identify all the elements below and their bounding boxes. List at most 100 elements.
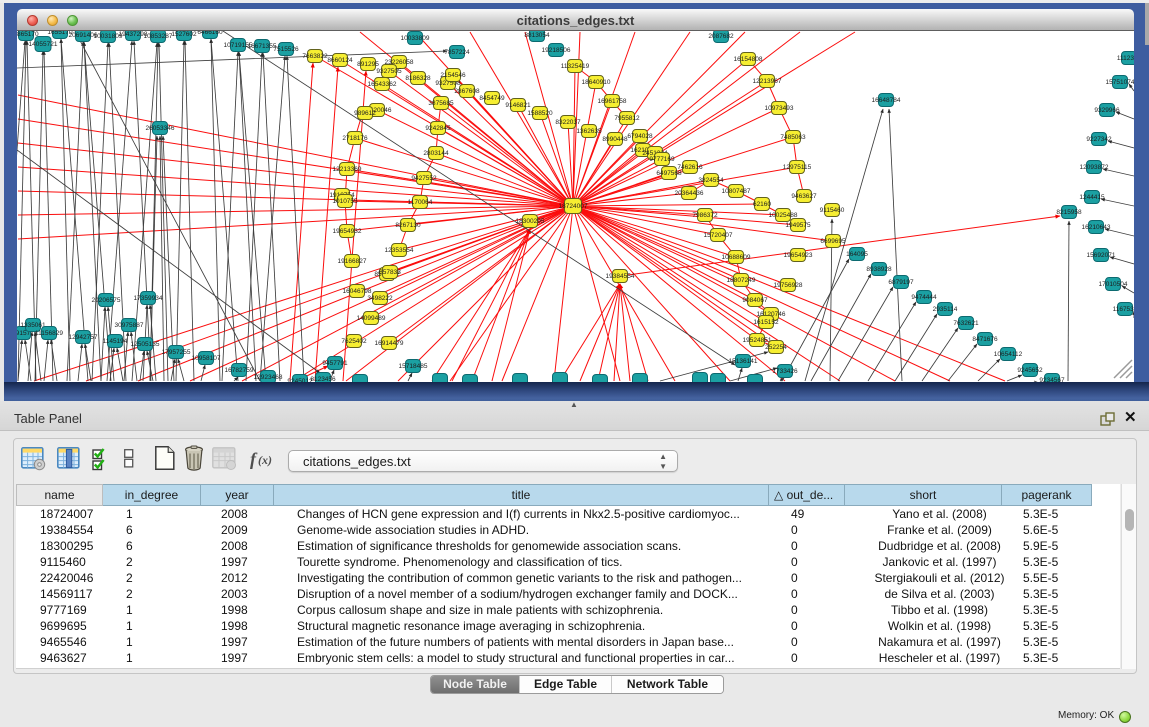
svg-text:9427552: 9427552 bbox=[411, 175, 437, 182]
svg-text:6794028: 6794028 bbox=[627, 133, 653, 140]
svg-text:14055721: 14055721 bbox=[29, 41, 58, 48]
svg-text:9777169: 9777169 bbox=[649, 156, 675, 163]
svg-text:8660124: 8660124 bbox=[327, 57, 353, 64]
svg-text:19218506: 19218506 bbox=[542, 47, 571, 54]
svg-text:18640910: 18640910 bbox=[582, 79, 611, 86]
svg-text:16210643: 16210643 bbox=[1082, 224, 1111, 231]
svg-text:164095: 164095 bbox=[846, 251, 868, 258]
svg-text:10973493: 10973493 bbox=[765, 105, 794, 112]
svg-text:6699695: 6699695 bbox=[820, 238, 846, 245]
svg-text:8454749: 8454749 bbox=[479, 95, 505, 102]
svg-text:3824554: 3824554 bbox=[698, 177, 724, 184]
svg-text:10853287: 10853287 bbox=[144, 33, 173, 40]
svg-text:7632621: 7632621 bbox=[953, 320, 979, 327]
svg-text:9146821: 9146821 bbox=[505, 102, 531, 109]
svg-text:1145194: 1145194 bbox=[103, 338, 128, 345]
svg-text:7955812: 7955812 bbox=[614, 115, 640, 122]
svg-text:7625402: 7625402 bbox=[341, 338, 367, 345]
svg-text:9474444: 9474444 bbox=[911, 294, 937, 301]
svg-text:12923468: 12923468 bbox=[254, 374, 283, 381]
svg-text:19524851: 19524851 bbox=[743, 337, 772, 344]
svg-text:16154808: 16154808 bbox=[734, 56, 763, 63]
svg-text:20206575: 20206575 bbox=[92, 297, 121, 304]
svg-text:62160: 62160 bbox=[753, 201, 771, 208]
svg-text:17359934: 17359934 bbox=[134, 295, 163, 302]
svg-text:12505135: 12505135 bbox=[131, 341, 160, 348]
svg-text:8322037: 8322037 bbox=[555, 119, 581, 126]
svg-text:16914479: 16914479 bbox=[375, 340, 404, 347]
svg-text:17010504: 17010504 bbox=[1099, 281, 1128, 288]
svg-text:989612: 989612 bbox=[354, 110, 376, 117]
svg-text:18724007: 18724007 bbox=[559, 203, 588, 210]
svg-text:7986372: 7986372 bbox=[692, 212, 718, 219]
svg-text:8990448: 8990448 bbox=[602, 136, 628, 143]
svg-text:1112352: 1112352 bbox=[1117, 55, 1134, 62]
svg-text:9242845: 9242845 bbox=[425, 125, 451, 132]
svg-text:16543362: 16543362 bbox=[368, 81, 397, 88]
svg-text:19166827: 19166827 bbox=[338, 258, 367, 265]
svg-text:857833: 857833 bbox=[379, 269, 401, 276]
svg-text:19654923: 19654923 bbox=[784, 252, 813, 259]
svg-text:9084067: 9084067 bbox=[742, 297, 768, 304]
svg-text:2867608: 2867608 bbox=[454, 88, 480, 95]
svg-text:19654932: 19654932 bbox=[333, 228, 362, 235]
svg-text:3875685: 3875685 bbox=[428, 100, 454, 107]
svg-text:8471676: 8471676 bbox=[972, 336, 998, 343]
svg-text:1362635: 1362635 bbox=[576, 128, 602, 135]
svg-text:11156829: 11156829 bbox=[35, 330, 63, 337]
svg-text:(x): (x) bbox=[258, 453, 272, 467]
svg-text:10033809: 10033809 bbox=[401, 35, 430, 42]
svg-text:12353554: 12353554 bbox=[385, 247, 414, 254]
svg-text:7857224: 7857224 bbox=[444, 49, 470, 56]
svg-text:16782759: 16782759 bbox=[225, 367, 254, 374]
svg-text:1733426: 1733426 bbox=[772, 368, 798, 375]
svg-text:15718485: 15718485 bbox=[399, 363, 428, 370]
svg-text:1527602: 1527602 bbox=[171, 31, 197, 38]
svg-text:10958107: 10958107 bbox=[192, 355, 221, 362]
svg-text:8267130: 8267130 bbox=[395, 222, 421, 229]
svg-text:30975887: 30975887 bbox=[115, 322, 144, 329]
svg-text:9245652: 9245652 bbox=[1017, 367, 1043, 374]
svg-text:2935114: 2935114 bbox=[933, 306, 958, 313]
svg-text:10654112: 10654112 bbox=[994, 351, 1023, 358]
svg-text:9115460: 9115460 bbox=[820, 207, 845, 214]
svg-text:16961758: 16961758 bbox=[598, 98, 627, 105]
svg-text:11325419: 11325419 bbox=[561, 63, 590, 70]
svg-text:10688609: 10688609 bbox=[722, 254, 751, 261]
svg-text:1010755: 1010755 bbox=[332, 198, 358, 205]
svg-text:10025488: 10025488 bbox=[769, 212, 798, 219]
svg-text:19756928: 19756928 bbox=[774, 282, 803, 289]
svg-text:12093872: 12093872 bbox=[1080, 164, 1109, 171]
svg-text:15720407: 15720407 bbox=[704, 232, 733, 239]
svg-text:12942757: 12942757 bbox=[69, 334, 98, 341]
svg-text:15692071: 15692071 bbox=[1087, 252, 1116, 259]
svg-text:1167533: 1167533 bbox=[1113, 306, 1134, 313]
svg-text:1244415: 1244415 bbox=[1079, 194, 1105, 201]
svg-text:12213369: 12213369 bbox=[333, 166, 362, 173]
svg-text:17957255: 17957255 bbox=[162, 349, 191, 356]
svg-text:26053346: 26053346 bbox=[146, 125, 175, 132]
svg-text:3498222: 3498222 bbox=[367, 295, 393, 302]
svg-text:19384554: 19384554 bbox=[606, 273, 635, 280]
svg-text:12213967: 12213967 bbox=[753, 78, 782, 85]
svg-text:2718176: 2718176 bbox=[342, 135, 368, 142]
svg-text:1615152: 1615152 bbox=[753, 319, 779, 326]
svg-text:1170064: 1170064 bbox=[408, 199, 433, 206]
svg-text:7515526: 7515526 bbox=[273, 46, 299, 53]
svg-text:6879197: 6879197 bbox=[888, 279, 914, 286]
svg-text:2087682: 2087682 bbox=[708, 33, 734, 40]
svg-text:15751074: 15751074 bbox=[1106, 79, 1134, 86]
svg-text:6497568: 6497568 bbox=[656, 170, 682, 177]
svg-text:2154546: 2154546 bbox=[440, 72, 466, 79]
svg-text:10807487: 10807487 bbox=[722, 188, 751, 195]
svg-text:8938928: 8938928 bbox=[866, 266, 892, 273]
svg-text:16046798: 16046798 bbox=[343, 288, 372, 295]
svg-text:12975115: 12975115 bbox=[783, 164, 812, 171]
svg-text:891295: 891295 bbox=[357, 61, 379, 68]
svg-text:252254: 252254 bbox=[765, 344, 787, 351]
svg-text:9227342: 9227342 bbox=[1086, 136, 1112, 143]
svg-text:20364436: 20364436 bbox=[675, 190, 704, 197]
svg-text:1588520: 1588520 bbox=[527, 110, 553, 117]
svg-text:1949575: 1949575 bbox=[785, 222, 811, 229]
svg-text:8215958: 8215958 bbox=[1056, 209, 1082, 216]
